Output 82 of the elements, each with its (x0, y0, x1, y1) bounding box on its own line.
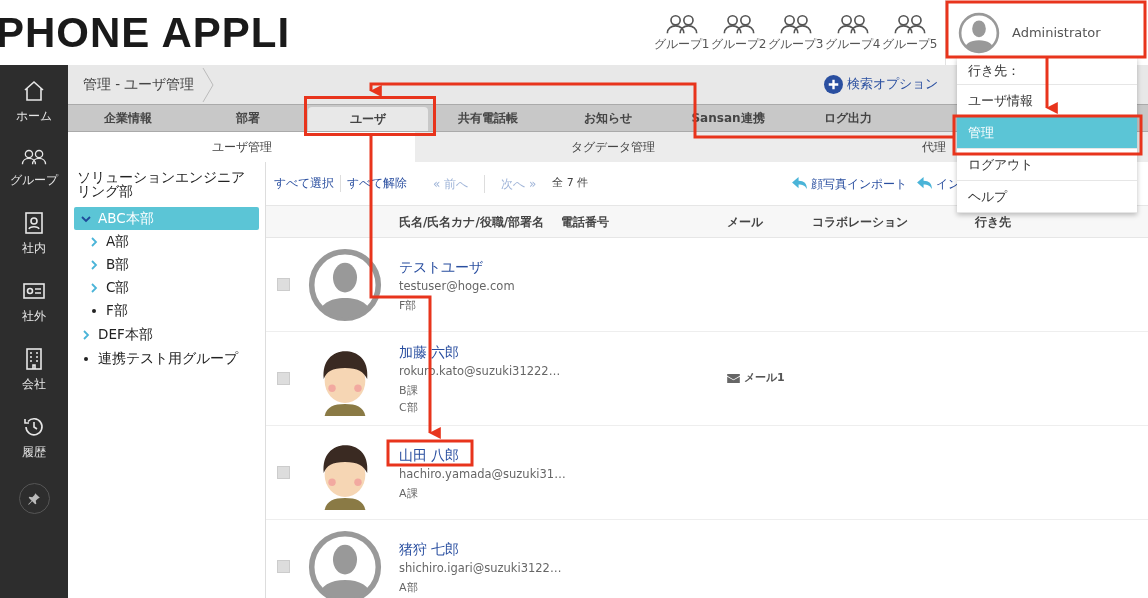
tree-item[interactable]: 連携テスト用グループ (74, 347, 259, 370)
tab[interactable]: 部署 (188, 105, 308, 131)
tree-item[interactable]: F部 (74, 299, 259, 322)
people-icon (664, 12, 699, 35)
tree-item[interactable]: B部 (74, 253, 259, 276)
breadcrumb-chevron-icon (202, 66, 215, 103)
department: A課 (399, 486, 418, 500)
address-book-icon (22, 211, 46, 235)
people-icon (721, 12, 756, 35)
tree-title: ソリューションエンジニアリング部 (76, 170, 246, 198)
group-shortcut[interactable]: グループ3 (768, 12, 823, 53)
department: B課 (399, 384, 418, 397)
sidebar-item[interactable]: 会社 (22, 347, 46, 393)
user-name[interactable]: Administrator (1012, 22, 1101, 43)
column-header: メール (726, 213, 764, 231)
column-header: 行き先 (974, 213, 1012, 231)
column-header: 電話番号 (560, 213, 610, 231)
menu-item[interactable]: ログアウト (957, 149, 1137, 181)
tree-item[interactable]: A部 (74, 230, 259, 253)
department: F部 (399, 298, 417, 312)
chevron-right-icon[interactable] (80, 328, 92, 341)
user-name-link[interactable]: 加藤 六郎 (399, 343, 460, 362)
pin-icon (27, 491, 41, 506)
bullet-icon (92, 308, 96, 313)
email: shichiro.igari@suzuki3122… (399, 559, 562, 577)
people-icon (892, 12, 927, 35)
home-icon (22, 79, 46, 103)
row-checkbox[interactable] (276, 560, 290, 573)
avatar-icon (308, 247, 382, 322)
tab[interactable]: 共有電話帳 (428, 105, 548, 131)
group-shortcut[interactable]: グループ2 (711, 12, 766, 53)
row-checkbox[interactable] (276, 278, 290, 291)
history-icon (22, 415, 46, 439)
group-shortcut[interactable]: グループ5 (882, 12, 937, 53)
menu-item[interactable]: ヘルプ (957, 181, 1137, 213)
chevron-right-icon[interactable] (88, 235, 100, 248)
sidebar-item[interactable]: 社外 (22, 279, 46, 325)
row-checkbox[interactable] (276, 372, 290, 385)
row-checkbox[interactable] (276, 466, 290, 479)
reply-arrow-icon (917, 177, 932, 190)
people-icon (778, 12, 813, 35)
breadcrumb: 管理 - ユーザ管理 (82, 75, 195, 95)
subtab[interactable]: タグデータ管理 (415, 132, 810, 162)
deselect-all-link[interactable]: すべて解除 (341, 174, 413, 193)
tab[interactable]: 企業情報 (68, 105, 188, 131)
reply-arrow-icon (792, 177, 807, 190)
column-header: コラボレーション (811, 213, 909, 231)
tab[interactable]: お知らせ (548, 105, 668, 131)
sidebar-item[interactable]: 社内 (22, 211, 46, 257)
tab[interactable]: ユーザ (308, 107, 428, 131)
people-icon (21, 147, 47, 167)
department: A部 (399, 580, 418, 594)
user-name-link[interactable]: テストユーザ (399, 257, 483, 277)
envelope-icon (727, 374, 740, 383)
import-link[interactable]: 顔写真インポート (792, 174, 907, 193)
plus-icon (824, 75, 843, 94)
group-shortcut[interactable]: グループ4 (825, 12, 880, 53)
total-count: 全 7 件 (552, 175, 589, 192)
sidebar-item[interactable]: グループ (10, 147, 58, 189)
chevron-right-icon[interactable] (88, 281, 100, 294)
sidebar-item[interactable]: ホーム (16, 79, 52, 125)
search-option-link[interactable]: 検索オプション (824, 75, 938, 94)
tab[interactable]: ログ出力 (788, 105, 908, 131)
people-icon (835, 12, 870, 35)
chevron-right-icon[interactable] (88, 258, 100, 271)
department: C部 (399, 401, 418, 414)
tree-item[interactable]: C部 (74, 276, 259, 299)
avatar-icon (958, 11, 1000, 54)
menu-title: 行き先： (957, 57, 1137, 85)
user-name-link[interactable]: 山田 八郎 (399, 445, 460, 465)
column-header: 氏名/氏名カナ/役職/部署名 (398, 213, 546, 231)
select-all-link[interactable]: すべて選択 (266, 174, 341, 193)
email: hachiro.yamada@suzuki31… (399, 465, 566, 483)
annotation-arrow (1045, 58, 1058, 114)
email: testuser@hoge.com (399, 277, 515, 295)
mail-count[interactable]: メール1 (727, 370, 803, 387)
menu-item[interactable]: ユーザ情報 (957, 85, 1137, 117)
bullet-icon (84, 356, 88, 361)
user-name-link[interactable]: 猪狩 七郎 (399, 539, 460, 559)
sidebar-item[interactable]: 履歴 (22, 415, 46, 461)
tree-item[interactable]: DEF本部 (74, 323, 259, 346)
group-shortcut[interactable]: グループ1 (654, 12, 709, 53)
